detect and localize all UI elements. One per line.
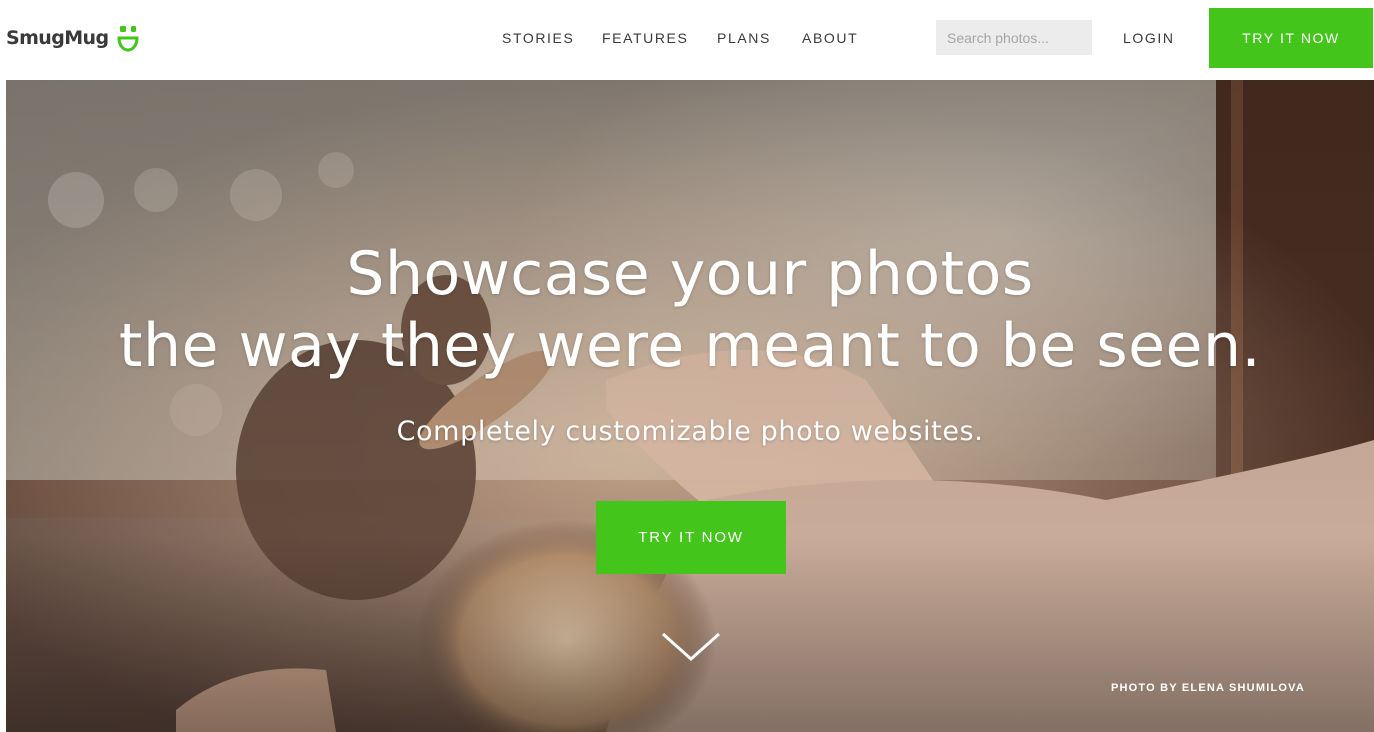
try-it-now-hero-button[interactable]: TRY IT NOW bbox=[596, 501, 786, 574]
nav-stories[interactable]: STORIES bbox=[502, 0, 574, 76]
photo-credit: PHOTO BY ELENA SHUMILOVA bbox=[1110, 682, 1305, 694]
hero-title-line-1: Showcase your photos bbox=[346, 239, 1034, 309]
nav-features[interactable]: FEATURES bbox=[602, 0, 688, 76]
hero-title-line-2: the way they were meant to be seen. bbox=[118, 311, 1262, 381]
hero-subtitle: Completely customizable photo websites. bbox=[396, 416, 984, 447]
smiley-icon bbox=[117, 26, 139, 52]
logo-wordmark: SmugMug bbox=[6, 27, 109, 49]
nav-plans[interactable]: PLANS bbox=[717, 0, 771, 76]
nav-about[interactable]: ABOUT bbox=[802, 0, 858, 76]
login-link[interactable]: LOGIN bbox=[1123, 0, 1175, 76]
search-input[interactable] bbox=[936, 20, 1092, 55]
hero-section: Showcase your photos the way they were m… bbox=[6, 80, 1374, 732]
chevron-down-icon[interactable] bbox=[660, 630, 722, 664]
site-header: SmugMug STORIES FEATURES PLANS ABOUT LOG… bbox=[0, 0, 1374, 78]
try-it-now-header-button[interactable]: TRY IT NOW bbox=[1209, 8, 1373, 68]
smugmug-logo[interactable]: SmugMug bbox=[6, 22, 140, 54]
hero-title: Showcase your photos the way they were m… bbox=[6, 238, 1374, 382]
